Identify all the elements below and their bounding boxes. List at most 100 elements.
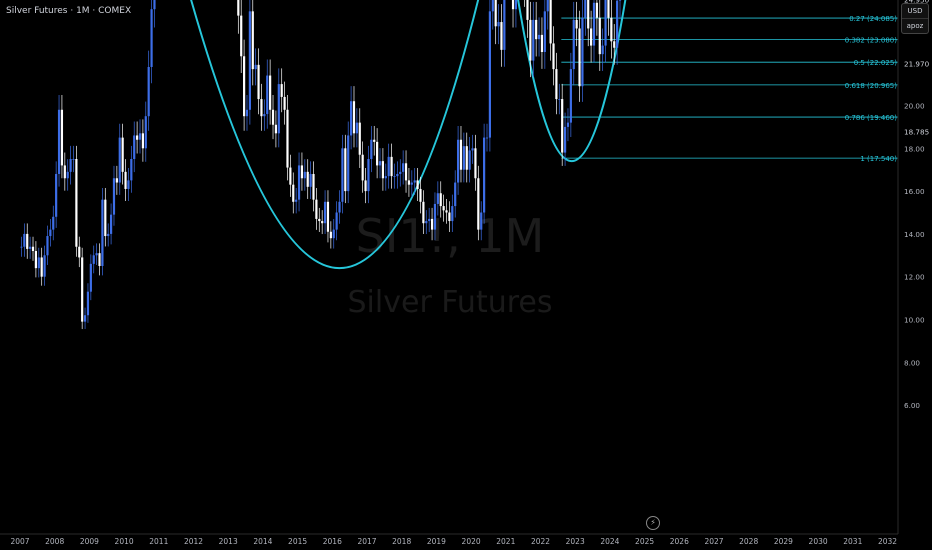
candle-body bbox=[618, 0, 622, 1]
candle-body bbox=[549, 0, 552, 44]
candle-body bbox=[89, 263, 92, 292]
candle-body bbox=[248, 11, 251, 110]
candle-body bbox=[578, 28, 581, 87]
candle-body bbox=[442, 206, 445, 211]
candle-body bbox=[29, 246, 32, 249]
candle-body bbox=[136, 135, 139, 140]
candle-body bbox=[587, 0, 590, 29]
candle-body bbox=[563, 126, 567, 153]
candle-body bbox=[78, 246, 81, 258]
fib-label: 0.5 (22.025) bbox=[854, 59, 898, 67]
candle-body bbox=[26, 233, 29, 249]
candle-body bbox=[616, 0, 619, 48]
chart[interactable]: SI1!, 1M Silver Futures 1.618 (41.010)-1… bbox=[0, 0, 932, 550]
candle-body bbox=[121, 137, 124, 172]
time-tick: 2023 bbox=[566, 537, 585, 546]
time-tick: 2012 bbox=[184, 537, 203, 546]
price-tick: 16.00 bbox=[904, 187, 925, 196]
candle-body bbox=[66, 171, 69, 179]
candle-body bbox=[468, 150, 471, 170]
time-tick: 2014 bbox=[253, 537, 272, 546]
candle-body bbox=[124, 171, 127, 189]
candle-body bbox=[20, 246, 23, 248]
candle-body bbox=[373, 139, 376, 142]
candle-body bbox=[592, 2, 596, 46]
candle-body bbox=[413, 180, 416, 183]
scale-mode[interactable]: apoz bbox=[902, 18, 928, 33]
price-tick: 20.00 bbox=[904, 102, 925, 111]
watermark-name: Silver Futures bbox=[348, 285, 553, 320]
time-tick: 2007 bbox=[10, 537, 29, 546]
candle-body bbox=[352, 101, 356, 134]
time-tick: 2017 bbox=[357, 537, 376, 546]
candle-body bbox=[543, 11, 546, 52]
candle-body bbox=[526, 0, 529, 20]
candle-body bbox=[448, 212, 451, 222]
candle-body bbox=[240, 15, 243, 57]
candle-body bbox=[358, 122, 361, 155]
candle-body bbox=[69, 159, 72, 172]
candle-body bbox=[439, 193, 442, 207]
candle-body bbox=[31, 246, 35, 252]
currency-code[interactable]: USD bbox=[902, 4, 928, 18]
time-tick: 2010 bbox=[115, 537, 134, 546]
time-tick: 2013 bbox=[219, 537, 238, 546]
candle-body bbox=[532, 19, 535, 61]
candle-body bbox=[454, 182, 457, 207]
candle-body bbox=[43, 255, 46, 277]
candle-body bbox=[590, 28, 593, 46]
candle-body bbox=[144, 116, 147, 149]
candle-body bbox=[540, 34, 544, 52]
fib-label: 0.618 (20.965) bbox=[845, 82, 897, 90]
candle-body bbox=[309, 173, 312, 187]
candle-body bbox=[245, 109, 249, 117]
candle-body bbox=[133, 135, 136, 159]
candle-body bbox=[595, 2, 598, 18]
chart-background bbox=[0, 0, 932, 550]
candle-body bbox=[115, 178, 118, 183]
price-tick: 6.00 bbox=[904, 401, 920, 410]
time-tick: 2020 bbox=[462, 537, 481, 546]
candle-body bbox=[474, 148, 477, 179]
candle-body bbox=[92, 255, 95, 264]
time-tick: 2024 bbox=[600, 537, 619, 546]
candle-body bbox=[399, 171, 402, 174]
candle-body bbox=[63, 165, 66, 179]
candle-body bbox=[347, 135, 350, 192]
candle-body bbox=[566, 122, 570, 127]
candle-body bbox=[153, 0, 156, 10]
candle-body bbox=[141, 133, 144, 149]
candle-body bbox=[459, 139, 463, 170]
candle-body bbox=[407, 180, 411, 185]
candle-body bbox=[462, 146, 465, 170]
candle-body bbox=[500, 22, 503, 50]
candle-body bbox=[390, 156, 393, 177]
candle-body bbox=[537, 34, 541, 40]
price-label: 21.970 bbox=[904, 59, 930, 68]
candle-body bbox=[546, 0, 549, 12]
candle-body bbox=[269, 75, 272, 110]
candle-body bbox=[604, 0, 607, 46]
candle-body bbox=[555, 69, 558, 100]
candle-body bbox=[243, 56, 246, 117]
candle-body bbox=[370, 139, 373, 159]
candle-body bbox=[86, 291, 90, 316]
candle-body bbox=[251, 11, 254, 70]
price-tick: 18.00 bbox=[904, 144, 925, 153]
candle-body bbox=[312, 173, 315, 200]
lightning-icon[interactable]: ⚡ bbox=[646, 516, 660, 530]
candle-body bbox=[98, 253, 101, 266]
candle-body bbox=[529, 19, 532, 61]
candle-body bbox=[404, 163, 408, 181]
candle-body bbox=[456, 139, 460, 183]
price-label: 18.785 bbox=[904, 128, 929, 137]
price-tick: 8.00 bbox=[904, 358, 920, 367]
candle-body bbox=[433, 203, 437, 230]
candle-body bbox=[95, 253, 98, 256]
chart-svg: SI1!, 1M Silver Futures 1.618 (41.010)-1… bbox=[0, 0, 932, 550]
currency-box[interactable]: USD apoz bbox=[901, 3, 929, 34]
time-tick: 2008 bbox=[45, 537, 64, 546]
candle-body bbox=[419, 188, 422, 202]
candle-body bbox=[300, 165, 304, 179]
time-tick: 2026 bbox=[670, 537, 689, 546]
